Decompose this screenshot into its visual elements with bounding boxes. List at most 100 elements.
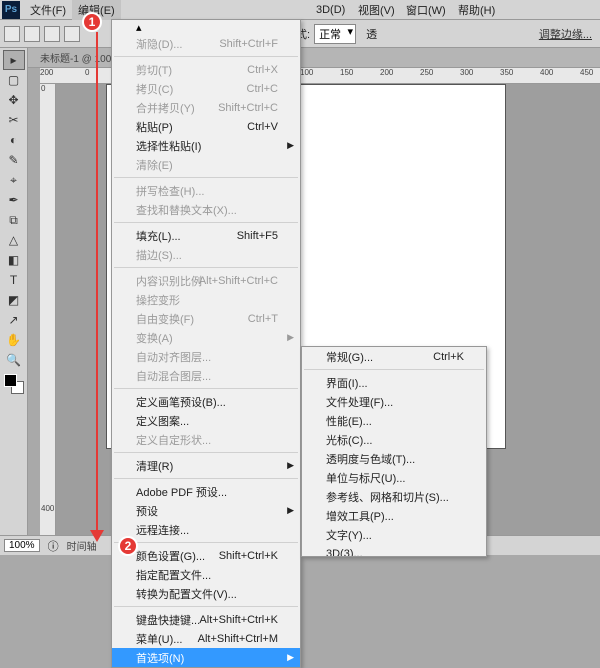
menu-item-label: 渐隐(D)... <box>136 36 182 52</box>
menu-3d[interactable]: 3D(D) <box>310 2 351 18</box>
menu-separator <box>114 267 298 268</box>
menu-item[interactable]: Adobe PDF 预设... <box>112 482 300 501</box>
opt-icon-a[interactable] <box>24 26 40 42</box>
menu-item[interactable]: 界面(I)... <box>302 373 486 392</box>
refine-edge-link[interactable]: 调整边缘... <box>539 26 592 42</box>
menu-item[interactable]: 定义图案... <box>112 411 300 430</box>
menu-item[interactable]: 远程连接... <box>112 520 300 539</box>
menu-item[interactable]: 菜单(U)... Alt+Shift+Ctrl+M <box>112 629 300 648</box>
tool-stamp[interactable]: ⌖ <box>3 170 25 190</box>
foreground-color[interactable] <box>4 374 17 387</box>
menu-item-label: 拼写检查(H)... <box>136 183 204 199</box>
menu-window[interactable]: 窗口(W) <box>400 0 452 20</box>
menu-item-label: 定义图案... <box>136 413 189 429</box>
menu-shortcut: Shift+Ctrl+F <box>219 38 278 50</box>
menu-item[interactable]: 定义画笔预设(B)... <box>112 392 300 411</box>
menu-shortcut: Alt+Shift+Ctrl+M <box>198 633 278 645</box>
opt-icon-b[interactable] <box>44 26 60 42</box>
menu-item[interactable]: 颜色设置(G)...Shift+Ctrl+K <box>112 546 300 565</box>
menu-item[interactable]: 指定配置文件... <box>112 565 300 584</box>
tool-blur[interactable]: △ <box>3 230 25 250</box>
menu-separator <box>114 222 298 223</box>
tool-marquee[interactable]: ▢ <box>3 70 25 90</box>
menu-item[interactable]: 增效工具(P)... <box>302 506 486 525</box>
tool-preset-icon[interactable] <box>4 26 20 42</box>
menu-item[interactable]: 清理(R)▶ <box>112 456 300 475</box>
status-info-icon[interactable]: ⓘ <box>48 538 59 554</box>
menu-item-label: 菜单(U)... <box>136 631 182 647</box>
tool-hand[interactable]: ✋ <box>3 330 25 350</box>
menu-scroll-up-icon[interactable]: ▴ <box>112 20 300 34</box>
menu-item[interactable]: 首选项(N)▶ <box>112 648 300 667</box>
ruler-vertical[interactable]: 0 400 <box>40 84 56 535</box>
menu-item: 渐隐(D)... Shift+Ctrl+F <box>112 34 300 53</box>
menu-item[interactable]: 粘贴(P) Ctrl+V <box>112 117 300 136</box>
menu-item-label: 单位与标尺(U)... <box>326 470 405 486</box>
document-title[interactable]: 未标题-1 @ 100% <box>40 50 120 65</box>
tool-eyedropper[interactable]: ◐ <box>3 130 25 150</box>
zoom-field[interactable]: 100% <box>4 539 40 552</box>
menu-separator <box>114 177 298 178</box>
mode-select[interactable]: 正常 <box>314 24 356 44</box>
menu-shortcut: Shift+Ctrl+C <box>218 102 278 114</box>
tool-path[interactable]: ↗ <box>3 310 25 330</box>
menu-item[interactable]: 性能(E)... <box>302 411 486 430</box>
app-logo: Ps <box>2 1 20 19</box>
menu-item-label: 变换(A) <box>136 330 173 346</box>
tool-lasso[interactable]: ✥ <box>3 90 25 110</box>
preferences-submenu: 常规(G)...Ctrl+K 界面(I)...文件处理(F)... 性能(E)...… <box>301 346 487 557</box>
menu-item[interactable]: 转换为配置文件(V)... <box>112 584 300 603</box>
menu-item-label: 操控变形 <box>136 292 180 308</box>
menu-item[interactable]: 参考线、网格和切片(S)... <box>302 487 486 506</box>
menu-item-label: 查找和替换文本(X)... <box>136 202 237 218</box>
menu-item-label: 填充(L)... <box>136 228 181 244</box>
menu-file[interactable]: 文件(F) <box>24 0 72 20</box>
annotation-badge-2: 2 <box>118 536 138 556</box>
menu-view[interactable]: 视图(V) <box>352 0 401 20</box>
menu-item[interactable]: 选择性粘贴(I)▶ <box>112 136 300 155</box>
menu-item-label: 定义自定形状... <box>136 432 211 448</box>
menu-item[interactable]: 常规(G)...Ctrl+K <box>302 347 486 366</box>
menu-item[interactable]: 文件处理(F)... <box>302 392 486 411</box>
menu-item: 内容识别比例Alt+Shift+Ctrl+C <box>112 271 300 290</box>
tool-move[interactable]: ▸ <box>3 50 25 70</box>
menu-item[interactable]: 填充(L)... Shift+F5 <box>112 226 300 245</box>
menu-item-label: 预设 <box>136 503 158 519</box>
menu-shortcut: Ctrl+T <box>248 313 278 325</box>
tool-brush[interactable]: ✎ <box>3 150 25 170</box>
tool-crop[interactable]: ✂ <box>3 110 25 130</box>
menu-item[interactable]: 3D(3)... <box>302 544 486 557</box>
menu-shortcut: Ctrl+V <box>247 121 278 133</box>
menu-item[interactable]: 单位与标尺(U)... <box>302 468 486 487</box>
menu-item-label: 增效工具(P)... <box>326 508 394 524</box>
menu-item[interactable]: 键盘快捷键...Alt+Shift+Ctrl+K <box>112 610 300 629</box>
color-swatches[interactable] <box>4 374 24 394</box>
tool-pen[interactable]: ✒ <box>3 190 25 210</box>
menu-item-label: 粘贴(P) <box>136 119 173 135</box>
menu-item-label: 3D(3)... <box>326 548 363 558</box>
menu-item-label: 界面(I)... <box>326 375 368 391</box>
tool-shape[interactable]: ◩ <box>3 290 25 310</box>
menu-item[interactable]: 光标(C)... <box>302 430 486 449</box>
menu-item-label: 转换为配置文件(V)... <box>136 586 237 602</box>
annotation-badge-1: 1 <box>82 12 102 32</box>
menu-shortcut: Alt+Shift+Ctrl+K <box>199 614 278 626</box>
opt-icon-c[interactable] <box>64 26 80 42</box>
tool-zoom[interactable]: 🔍 <box>3 350 25 370</box>
tool-dodge[interactable]: ◧ <box>3 250 25 270</box>
tool-type[interactable]: T <box>3 270 25 290</box>
menu-item: 清除(E) <box>112 155 300 174</box>
tool-gradient[interactable]: ⧉ <box>3 210 25 230</box>
menu-item-label: 性能(E)... <box>326 413 372 429</box>
menu-shortcut: Alt+Shift+Ctrl+C <box>199 275 278 287</box>
menu-item[interactable]: 预设▶ <box>112 501 300 520</box>
menu-item-label: 自由变换(F) <box>136 311 194 327</box>
menu-help[interactable]: 帮助(H) <box>452 0 501 20</box>
menu-item[interactable]: 文字(Y)... <box>302 525 486 544</box>
menu-separator <box>304 369 484 370</box>
edit-menu-dropdown: ▴ 渐隐(D)...Shift+Ctrl+F剪切(T)Ctrl+X拷贝(C)Ct… <box>111 19 301 668</box>
submenu-arrow-icon: ▶ <box>287 460 294 471</box>
menu-shortcut: Shift+F5 <box>237 230 278 242</box>
menu-item[interactable]: 透明度与色域(T)... <box>302 449 486 468</box>
menu-shortcut: Ctrl+X <box>247 64 278 76</box>
